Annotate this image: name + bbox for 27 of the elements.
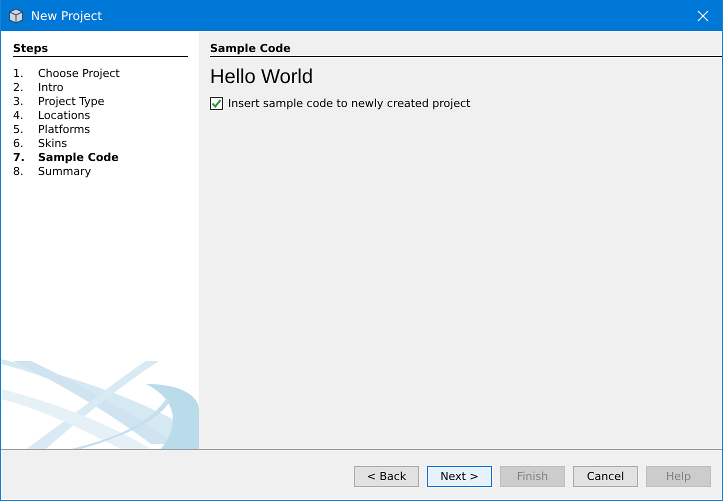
page-title: Hello World	[210, 66, 314, 90]
step-number: 6.	[13, 137, 24, 151]
step-label: Summary	[38, 165, 92, 179]
step-label: Platforms	[38, 123, 90, 137]
step-label: Sample Code	[38, 151, 119, 165]
step-label: Project Type	[38, 95, 104, 109]
wizard-button[interactable]: < Back	[354, 466, 419, 487]
step-number: 1.	[13, 67, 24, 81]
step-number: 2.	[13, 81, 24, 95]
step-number: 7.	[13, 151, 26, 165]
step-number: 3.	[13, 95, 24, 109]
cube-icon	[8, 8, 24, 24]
step-number: 5.	[13, 123, 24, 137]
wizard-button[interactable]: Cancel	[573, 466, 638, 487]
window-title: New Project	[31, 8, 104, 22]
step-label: Locations	[38, 109, 90, 123]
checkbox[interactable]	[210, 97, 223, 110]
section-heading: Sample Code	[210, 42, 722, 57]
step-number: 4.	[13, 109, 24, 123]
checkbox-label: Insert sample code to newly created project	[228, 97, 470, 110]
steps-heading: Steps	[13, 42, 188, 57]
step-label: Skins	[38, 137, 68, 151]
step-number: 8.	[13, 165, 24, 179]
step-label: Choose Project	[38, 67, 120, 81]
wizard-button[interactable]: Next >	[427, 466, 492, 487]
close-icon[interactable]	[697, 10, 709, 22]
step-label: Intro	[38, 81, 64, 95]
